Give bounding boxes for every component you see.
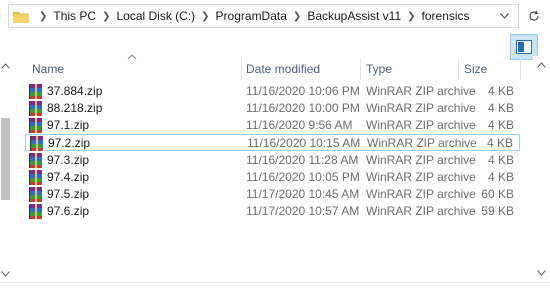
chevron-right-icon[interactable]: ❯ [102, 11, 110, 22]
refresh-button[interactable] [523, 4, 545, 28]
winrar-archive-icon [29, 204, 43, 219]
file-date: 11/17/2020 10:57 AM [246, 204, 360, 218]
winrar-archive-icon [29, 153, 43, 168]
file-type: WinRAR ZIP archive [366, 204, 476, 218]
breadcrumb: ❯ This PC ❯ Local Disk (C:) ❯ ProgramDat… [33, 9, 470, 23]
file-size: 4 KB [486, 136, 513, 150]
file-type: WinRAR ZIP archive [366, 187, 476, 201]
breadcrumb-local-disk[interactable]: Local Disk (C:) [116, 9, 195, 23]
file-date: 11/16/2020 11:28 AM [246, 153, 359, 167]
file-name: 97.6.zip [47, 204, 90, 218]
breadcrumb-backupassist[interactable]: BackupAssist v11 [307, 9, 401, 23]
column-header-name[interactable]: Name [32, 58, 64, 80]
status-bar [0, 282, 550, 299]
file-name: 97.1.zip [47, 118, 90, 132]
file-name: 97.2.zip [48, 136, 91, 150]
file-size: 4 KB [487, 118, 514, 132]
file-type: WinRAR ZIP archive [366, 84, 476, 98]
file-row[interactable]: 97.3.zip 11/16/2020 11:28 AM WinRAR ZIP … [25, 152, 520, 169]
file-row[interactable]: 97.1.zip 11/16/2020 9:56 AM WinRAR ZIP a… [25, 117, 520, 134]
file-row[interactable]: 97.6.zip 11/17/2020 10:57 AM WinRAR ZIP … [25, 203, 520, 220]
column-header-date[interactable]: Date modified [246, 58, 320, 80]
breadcrumb-forensics[interactable]: forensics [422, 9, 470, 23]
winrar-archive-icon [29, 101, 43, 116]
file-date: 11/16/2020 10:06 PM [246, 84, 360, 98]
chevron-right-icon[interactable]: ❯ [39, 11, 47, 22]
column-header-type[interactable]: Type [366, 58, 392, 80]
chevron-right-icon[interactable]: ❯ [201, 11, 209, 22]
winrar-archive-icon [29, 187, 43, 202]
file-type: WinRAR ZIP archive [366, 170, 476, 184]
file-date: 11/17/2020 10:45 AM [246, 187, 360, 201]
file-date: 11/16/2020 10:15 AM [247, 136, 361, 150]
file-type: WinRAR ZIP archive [366, 118, 476, 132]
file-list-scrollbar[interactable] [533, 56, 550, 282]
scroll-down-icon[interactable] [1, 266, 10, 280]
sort-ascending-icon [127, 54, 137, 60]
file-row-selected[interactable]: 97.2.zip 11/16/2020 10:15 AM WinRAR ZIP … [25, 134, 520, 151]
file-row[interactable]: 97.4.zip 11/16/2020 10:05 PM WinRAR ZIP … [25, 169, 520, 186]
column-header-row: Name Date modified Type Size [0, 54, 533, 80]
file-name: 37.884.zip [47, 84, 103, 98]
address-bar[interactable]: ❯ This PC ❯ Local Disk (C:) ❯ ProgramDat… [8, 4, 519, 28]
file-name: 97.4.zip [47, 170, 90, 184]
breadcrumb-this-pc[interactable]: This PC [53, 9, 96, 23]
file-date: 11/16/2020 10:00 PM [246, 101, 360, 115]
file-date: 11/16/2020 9:56 AM [246, 118, 353, 132]
address-bar-area: ❯ This PC ❯ Local Disk (C:) ❯ ProgramDat… [8, 4, 543, 28]
address-history-dropdown[interactable] [490, 5, 518, 27]
column-header-size[interactable]: Size [464, 58, 487, 80]
folder-icon [13, 10, 33, 23]
chevron-right-icon[interactable]: ❯ [407, 11, 415, 22]
file-row[interactable]: 37.884.zip 11/16/2020 10:06 PM WinRAR ZI… [25, 83, 520, 100]
column-divider[interactable] [458, 58, 459, 80]
refresh-icon [529, 10, 539, 21]
file-type: WinRAR ZIP archive [367, 136, 477, 150]
scroll-up-icon[interactable] [533, 58, 550, 72]
file-size: 59 KB [481, 204, 514, 218]
file-date: 11/16/2020 10:05 PM [246, 170, 360, 184]
left-pane-scrollbar[interactable] [0, 56, 12, 282]
chevron-right-icon[interactable]: ❯ [293, 11, 301, 22]
file-size: 4 KB [487, 84, 514, 98]
details-view-icon [516, 40, 532, 54]
file-name: 97.5.zip [47, 187, 90, 201]
winrar-archive-icon [30, 136, 44, 151]
breadcrumb-programdata[interactable]: ProgramData [216, 9, 287, 23]
file-name: 88.218.zip [47, 101, 103, 115]
file-size: 4 KB [487, 170, 514, 184]
file-type: WinRAR ZIP archive [366, 153, 476, 167]
winrar-archive-icon [29, 170, 43, 185]
file-size: 4 KB [487, 153, 514, 167]
winrar-archive-icon [29, 84, 43, 99]
file-row[interactable]: 97.5.zip 11/17/2020 10:45 AM WinRAR ZIP … [25, 186, 520, 203]
chevron-down-icon [499, 13, 509, 19]
file-type: WinRAR ZIP archive [366, 101, 476, 115]
column-divider[interactable] [241, 58, 242, 80]
file-name: 97.3.zip [47, 153, 90, 167]
file-size: 4 KB [487, 101, 514, 115]
column-divider[interactable] [520, 58, 521, 80]
scrollbar-thumb[interactable] [1, 118, 10, 200]
column-divider[interactable] [360, 58, 361, 80]
file-size: 60 KB [481, 187, 514, 201]
scroll-down-icon[interactable] [533, 266, 550, 280]
file-row[interactable]: 88.218.zip 11/16/2020 10:00 PM WinRAR ZI… [25, 100, 520, 117]
winrar-archive-icon [29, 118, 43, 133]
